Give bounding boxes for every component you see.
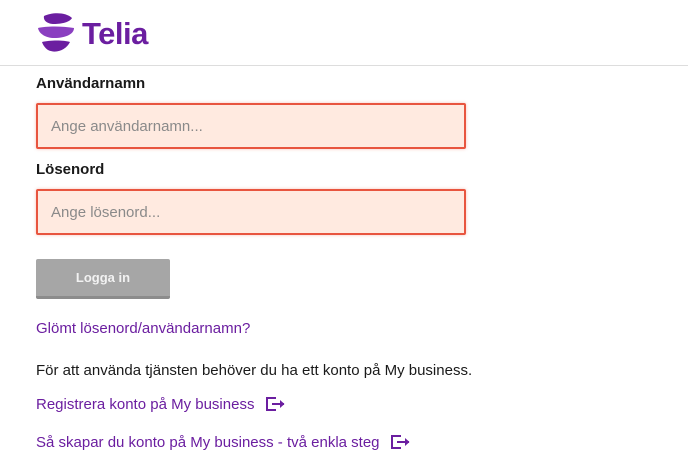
external-link-icon [265, 397, 285, 411]
password-input[interactable] [36, 189, 466, 235]
account-info-text: För att använda tjänsten behöver du ha e… [36, 362, 473, 379]
howto-account-label: Så skapar du konto på My business - två … [36, 434, 380, 451]
username-input[interactable] [36, 103, 466, 149]
username-label: Användarnamn [36, 75, 146, 92]
login-form: Användarnamn Lösenord Logga in Glömt lös… [36, 74, 476, 453]
forgot-credentials-link[interactable]: Glömt lösenord/användarnamn? [36, 319, 476, 339]
telia-logo[interactable]: Telia [36, 12, 148, 54]
howto-account-link[interactable]: Så skapar du konto på My business - två … [36, 433, 476, 453]
login-button[interactable]: Logga in [36, 259, 170, 299]
external-link-icon [390, 435, 410, 449]
telia-wordmark: Telia [82, 15, 148, 51]
page-header: Telia [0, 0, 688, 66]
register-account-label: Registrera konto på My business [36, 396, 255, 413]
telia-globe-icon [38, 13, 74, 52]
register-account-link[interactable]: Registrera konto på My business [36, 395, 476, 415]
password-label: Lösenord [36, 161, 105, 178]
